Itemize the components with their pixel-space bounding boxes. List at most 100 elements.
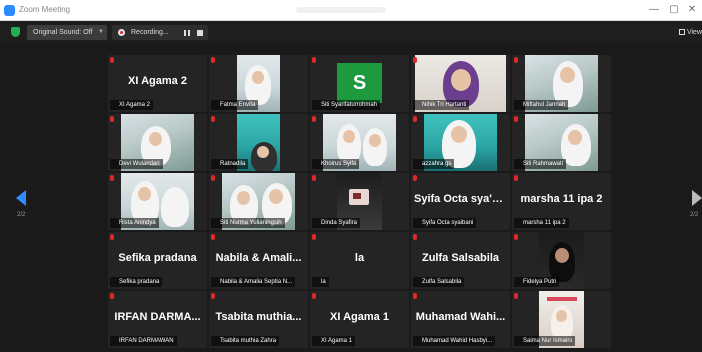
participant-tile[interactable]: S Siti Syarifaturrohmah (310, 55, 409, 112)
participant-tile[interactable]: Sefika pradana Sefika pradana (108, 232, 207, 289)
muted-mic-icon (514, 175, 518, 181)
muted-mic-icon (413, 116, 417, 122)
muted-mic-icon (211, 293, 215, 299)
muted-mic-icon (312, 234, 316, 240)
participant-name-label: Tsabita muthia Zahra (211, 336, 280, 346)
recording-icon (118, 29, 125, 36)
participant-name-label: Syifa Octa syaibani (413, 218, 477, 228)
muted-mic-icon (514, 293, 518, 299)
participant-name-label: Fatma Envita (211, 100, 259, 110)
participant-tile[interactable]: Zulfa Salsabila Zulfa Salsabila (411, 232, 510, 289)
participant-display-name: Tsabita muthia... (215, 311, 302, 323)
participant-tile[interactable]: XI Agama 1 XI Agama 1 (310, 291, 409, 348)
participant-tile[interactable]: Fatma Envita (209, 55, 308, 112)
participant-tile[interactable]: Muhamad Wahi... Muhamad Wahid Hasbyi... (411, 291, 510, 348)
participant-name-label: XI Agama 2 (110, 100, 154, 110)
participant-name-label: Nabila & Amalia Septia N... (211, 277, 296, 287)
participant-name-label: Siti Syarifaturrohmah (312, 100, 381, 110)
participant-tile[interactable]: XI Agama 2 XI Agama 2 (108, 55, 207, 112)
participant-name-label: Khoirus Syifa (312, 159, 360, 169)
participant-display-name: IRFAN DARMA... (114, 311, 201, 323)
participant-tile[interactable]: azzahra gs (411, 114, 510, 171)
participant-tile[interactable]: Siti Nurma Yulianingsih (209, 173, 308, 230)
security-shield-icon[interactable] (11, 27, 20, 37)
participant-display-name: XI Agama 1 (330, 311, 389, 323)
participant-tile[interactable]: Dinda Syafira (310, 173, 409, 230)
participant-avatar: S (337, 63, 382, 103)
participant-tile[interactable]: Tsabita muthia... Tsabita muthia Zahra (209, 291, 308, 348)
gallery-grid-icon (678, 29, 685, 35)
maximize-button[interactable]: ▢ (666, 3, 682, 17)
pause-recording-icon[interactable] (184, 30, 190, 36)
participant-tile[interactable]: Ratnadila (209, 114, 308, 171)
participant-name-label: Siti Nurma Yulianingsih (211, 218, 285, 228)
close-button[interactable]: ✕ (684, 3, 700, 17)
participant-name-label: IRFAN DARMAWAN (110, 336, 177, 346)
next-page-arrow-icon[interactable] (692, 190, 702, 206)
muted-mic-icon (312, 293, 316, 299)
participant-tile[interactable]: Nabila & Amali... Nabila & Amalia Septia… (209, 232, 308, 289)
participant-display-name: Muhamad Wahi... (415, 311, 506, 323)
participant-name-label: Siti Rahmawati (514, 159, 567, 169)
participant-name-label: azzahra gs (413, 159, 455, 169)
muted-mic-icon (312, 175, 316, 181)
participant-tile[interactable]: Miftahul Jannah (512, 55, 611, 112)
participant-display-name: Nabila & Amali... (215, 252, 302, 264)
participant-tile[interactable]: IRFAN DARMA... IRFAN DARMAWAN (108, 291, 207, 348)
muted-mic-icon (413, 175, 417, 181)
page-indicator-left: 2/2 (17, 212, 26, 218)
participant-tile[interactable]: Fidelya Putri (512, 232, 611, 289)
participant-name-label: Dinda Syafira (312, 218, 361, 228)
page-indicator-right: 2/2 (690, 212, 699, 218)
participant-name-label: Sefika pradana (110, 277, 163, 287)
participant-name-label: Devi Wulandari (110, 159, 163, 169)
muted-mic-icon (211, 175, 215, 181)
participant-tile[interactable]: Rista Anindya (108, 173, 207, 230)
muted-mic-icon (312, 57, 316, 63)
participant-name-label: marsha 11 ipa 2 (514, 218, 569, 228)
participant-name-label: Ratnadila (211, 159, 249, 169)
participant-tile[interactable]: Devi Wulandari (108, 114, 207, 171)
window-title: Zoom Meeting (19, 5, 71, 14)
meeting-toolbar: Original Sound: Off ▼ Recording... View (0, 21, 702, 43)
participant-name-label: Muhamad Wahid Hasbyi... (413, 336, 496, 346)
minimize-button[interactable]: — (646, 3, 662, 17)
titlebar-drag-handle[interactable] (296, 7, 386, 13)
participant-name-label: Nihik Tri Hartanti (413, 100, 470, 110)
muted-mic-icon (514, 116, 518, 122)
recording-indicator: Recording... (112, 25, 208, 40)
view-label: View (686, 29, 702, 36)
participant-tile[interactable]: marsha 11 ipa 2 marsha 11 ipa 2 (512, 173, 611, 230)
original-sound-label: Original Sound: Off (33, 29, 93, 36)
participant-display-name: marsha 11 ipa 2 (520, 193, 603, 205)
previous-page-arrow-icon[interactable] (16, 190, 26, 206)
participant-tile[interactable]: Siti Rahmawati (512, 114, 611, 171)
chevron-down-icon[interactable]: ▼ (98, 25, 104, 40)
participant-tile[interactable]: Saima Nur Ismaini (512, 291, 611, 348)
participant-display-name: Syifa Octa sya'b... (414, 193, 508, 205)
recording-label: Recording... (131, 29, 169, 36)
participant-tile[interactable]: Nihik Tri Hartanti (411, 55, 510, 112)
muted-mic-icon (211, 234, 215, 240)
view-button[interactable]: View (678, 25, 702, 40)
participant-name-label: la (312, 277, 329, 287)
muted-mic-icon (514, 57, 518, 63)
muted-mic-icon (110, 57, 114, 63)
participant-name-label: Saima Nur Ismaini (514, 336, 576, 346)
participant-tile[interactable]: la la (310, 232, 409, 289)
participant-display-name: Zulfa Salsabila (421, 252, 500, 264)
window-titlebar: Zoom Meeting — ▢ ✕ (0, 0, 702, 21)
participant-name-label: Fidelya Putri (514, 277, 560, 287)
muted-mic-icon (514, 234, 518, 240)
muted-mic-icon (211, 57, 215, 63)
stop-recording-icon[interactable] (197, 30, 203, 36)
muted-mic-icon (211, 116, 215, 122)
muted-mic-icon (312, 116, 316, 122)
participant-display-name: XI Agama 2 (128, 75, 187, 87)
muted-mic-icon (110, 116, 114, 122)
participant-tile[interactable]: Syifa Octa sya'b... Syifa Octa syaibani (411, 173, 510, 230)
participant-name-label: XI Agama 1 (312, 336, 356, 346)
original-sound-button[interactable]: Original Sound: Off ▼ (27, 25, 107, 40)
participant-name-label: Miftahul Jannah (514, 100, 569, 110)
participant-tile[interactable]: Khoirus Syifa (310, 114, 409, 171)
